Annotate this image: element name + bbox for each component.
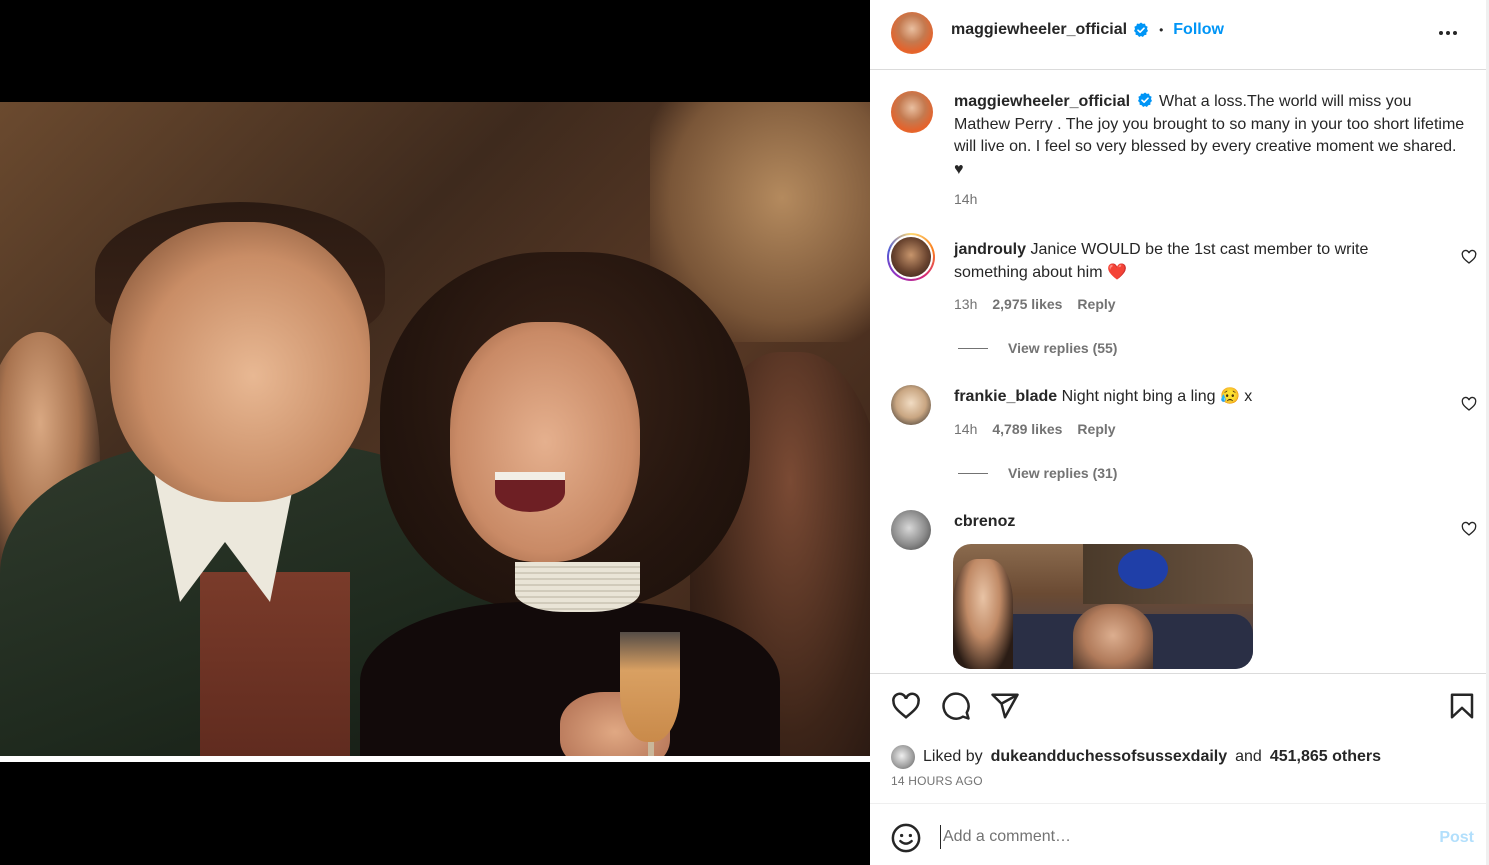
photo-woman-smile xyxy=(495,472,565,512)
post-photo[interactable] xyxy=(0,102,870,756)
comment-reply-button[interactable]: Reply xyxy=(1077,421,1115,437)
view-replies-label: View replies (55) xyxy=(1008,340,1118,356)
caption: maggiewheeler_official What a loss.The w… xyxy=(954,91,1469,181)
add-comment-bar: Post xyxy=(870,803,1489,865)
heart-icon[interactable] xyxy=(891,691,921,721)
view-replies-label: View replies (31) xyxy=(1008,465,1118,481)
caption-author-username[interactable]: maggiewheeler_official xyxy=(954,93,1130,110)
comment-reply-button[interactable]: Reply xyxy=(1077,296,1115,312)
author-username[interactable]: maggiewheeler_official xyxy=(951,21,1127,39)
post-media xyxy=(0,0,870,865)
comment-1: jandrouly Janice WOULD be the 1st cast m… xyxy=(954,239,1414,284)
author-avatar[interactable] xyxy=(891,12,933,54)
bookmark-icon[interactable] xyxy=(1447,691,1477,721)
comment-avatar[interactable] xyxy=(891,237,931,277)
comment-2: frankie_blade Night night bing a ling 😥 … xyxy=(954,386,1414,409)
verified-badge-icon xyxy=(1137,92,1152,107)
post-header: maggiewheeler_official • Follow xyxy=(870,0,1489,70)
photo-man-vest xyxy=(200,572,350,756)
comment-meta: 14h 4,789 likes Reply xyxy=(954,421,1116,437)
comment-text: Night night bing a ling 😥 x xyxy=(1061,388,1253,405)
comment-icon[interactable] xyxy=(941,691,971,721)
header-separator: • xyxy=(1159,23,1164,37)
share-icon[interactable] xyxy=(990,691,1020,721)
view-replies-button[interactable]: View replies (31) xyxy=(958,465,1117,481)
caption-time[interactable]: 14h xyxy=(954,191,977,207)
comment-likes[interactable]: 2,975 likes xyxy=(992,296,1062,312)
post-timestamp[interactable]: 14 HOURS AGO xyxy=(891,774,983,788)
post-actions: Liked by dukeandduchessofsussexdaily and… xyxy=(870,673,1489,803)
comment-avatar[interactable] xyxy=(891,510,931,550)
comment-likes[interactable]: 4,789 likes xyxy=(992,421,1062,437)
photo-man-head xyxy=(110,222,370,502)
comment-username[interactable]: cbrenoz xyxy=(954,513,1015,530)
media-divider xyxy=(0,756,870,762)
view-replies-button[interactable]: View replies (55) xyxy=(958,340,1117,356)
post-panel: maggiewheeler_official • Follow maggiewh… xyxy=(870,0,1489,865)
comment-like-heart-icon[interactable] xyxy=(1461,396,1477,412)
header-user: maggiewheeler_official • Follow xyxy=(951,21,1224,39)
photo-woman-face xyxy=(450,322,640,562)
photo-glass-stem xyxy=(648,742,654,756)
comment-like-heart-icon[interactable] xyxy=(1461,249,1477,265)
more-options-icon[interactable] xyxy=(1437,22,1459,44)
comment-time[interactable]: 14h xyxy=(954,421,977,437)
follow-button[interactable]: Follow xyxy=(1173,21,1224,39)
emoji-icon[interactable] xyxy=(891,823,921,853)
photo-pearl-necklace xyxy=(515,562,640,612)
caption-author-avatar[interactable] xyxy=(891,91,933,133)
likes-count[interactable]: 451,865 others xyxy=(1270,748,1381,766)
comment-input[interactable] xyxy=(940,825,1380,849)
comment-username[interactable]: frankie_blade xyxy=(954,388,1057,405)
comment-username[interactable]: jandrouly xyxy=(954,241,1026,258)
replies-line xyxy=(958,472,988,474)
replies-line xyxy=(958,347,988,349)
likes-summary: Liked by dukeandduchessofsussexdaily and… xyxy=(891,745,1381,769)
comments-section[interactable]: maggiewheeler_official What a loss.The w… xyxy=(870,71,1489,673)
liker-avatar[interactable] xyxy=(891,745,915,769)
photo-champagne-glass xyxy=(620,632,680,742)
comment-like-heart-icon[interactable] xyxy=(1461,521,1477,537)
comment-time[interactable]: 13h xyxy=(954,296,977,312)
comment-meta: 13h 2,975 likes Reply xyxy=(954,296,1116,312)
verified-badge-icon xyxy=(1134,22,1149,37)
post-comment-button[interactable]: Post xyxy=(1439,829,1474,847)
liked-by-prefix: Liked by xyxy=(923,748,983,765)
comment-3: cbrenoz xyxy=(954,511,1015,534)
liked-by-connector: and xyxy=(1235,748,1262,765)
caption-meta: 14h xyxy=(954,191,977,207)
comment-gif[interactable] xyxy=(953,544,1253,669)
comment-avatar[interactable] xyxy=(891,385,931,425)
liker-username[interactable]: dukeandduchessofsussexdaily xyxy=(991,748,1228,766)
